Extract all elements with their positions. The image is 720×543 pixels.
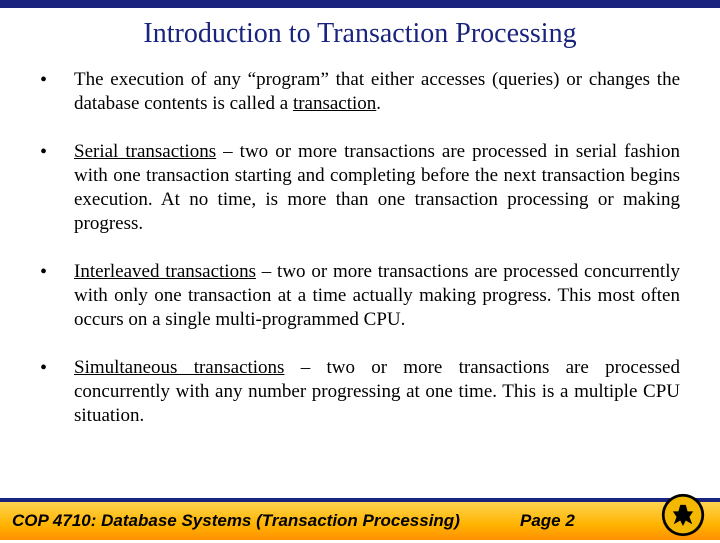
top-border-bar — [0, 0, 720, 8]
bullet-item: • Simultaneous transactions – two or mor… — [40, 356, 680, 428]
bullet-marker: • — [40, 68, 74, 116]
bullet-marker: • — [40, 140, 74, 236]
course-label: COP 4710: Database Systems (Transaction … — [12, 511, 460, 531]
bullet-marker: • — [40, 356, 74, 428]
slide-title: Introduction to Transaction Processing — [0, 18, 720, 50]
page-number: Page 2 — [520, 511, 575, 531]
slide-content: • The execution of any “program” that ei… — [0, 68, 720, 428]
bullet-marker: • — [40, 260, 74, 332]
bullet-item: • Serial transactions – two or more tran… — [40, 140, 680, 236]
underlined-term: Serial transactions — [74, 141, 216, 162]
bullet-text: Simultaneous transactions – two or more … — [74, 356, 680, 428]
underlined-term: Simultaneous transactions — [74, 357, 284, 378]
bullet-item: • Interleaved transactions – two or more… — [40, 260, 680, 332]
footer: COP 4710: Database Systems (Transaction … — [0, 498, 720, 540]
bullet-item: • The execution of any “program” that ei… — [40, 68, 680, 116]
text-segment: . — [376, 93, 381, 114]
bullet-text: The execution of any “program” that eith… — [74, 68, 680, 116]
underlined-term: Interleaved transactions — [74, 261, 256, 282]
bullet-text: Interleaved transactions – two or more t… — [74, 260, 680, 332]
footer-band: COP 4710: Database Systems (Transaction … — [0, 502, 720, 540]
ucf-logo-icon — [660, 492, 706, 538]
bullet-text: Serial transactions – two or more transa… — [74, 140, 680, 236]
underlined-term: transaction — [293, 93, 376, 114]
